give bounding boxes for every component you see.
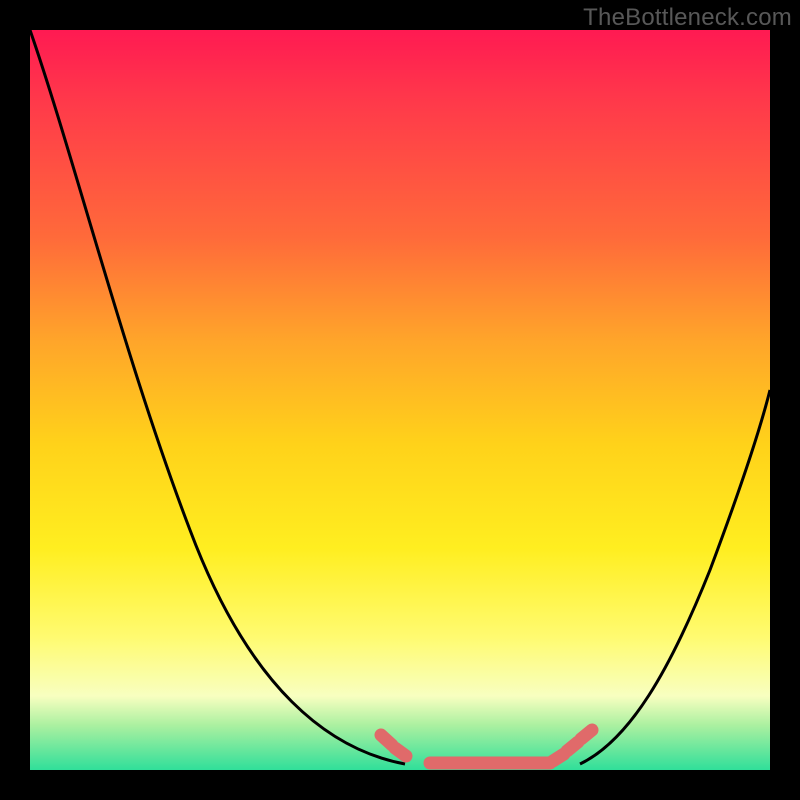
watermark-label: TheBottleneck.com [583,4,792,32]
plot-area [30,30,770,770]
curve-layer [30,30,770,770]
floor-markers [381,730,592,763]
curve-left [30,30,405,764]
curve-right [580,390,770,764]
chart-frame: TheBottleneck.com [0,0,800,800]
